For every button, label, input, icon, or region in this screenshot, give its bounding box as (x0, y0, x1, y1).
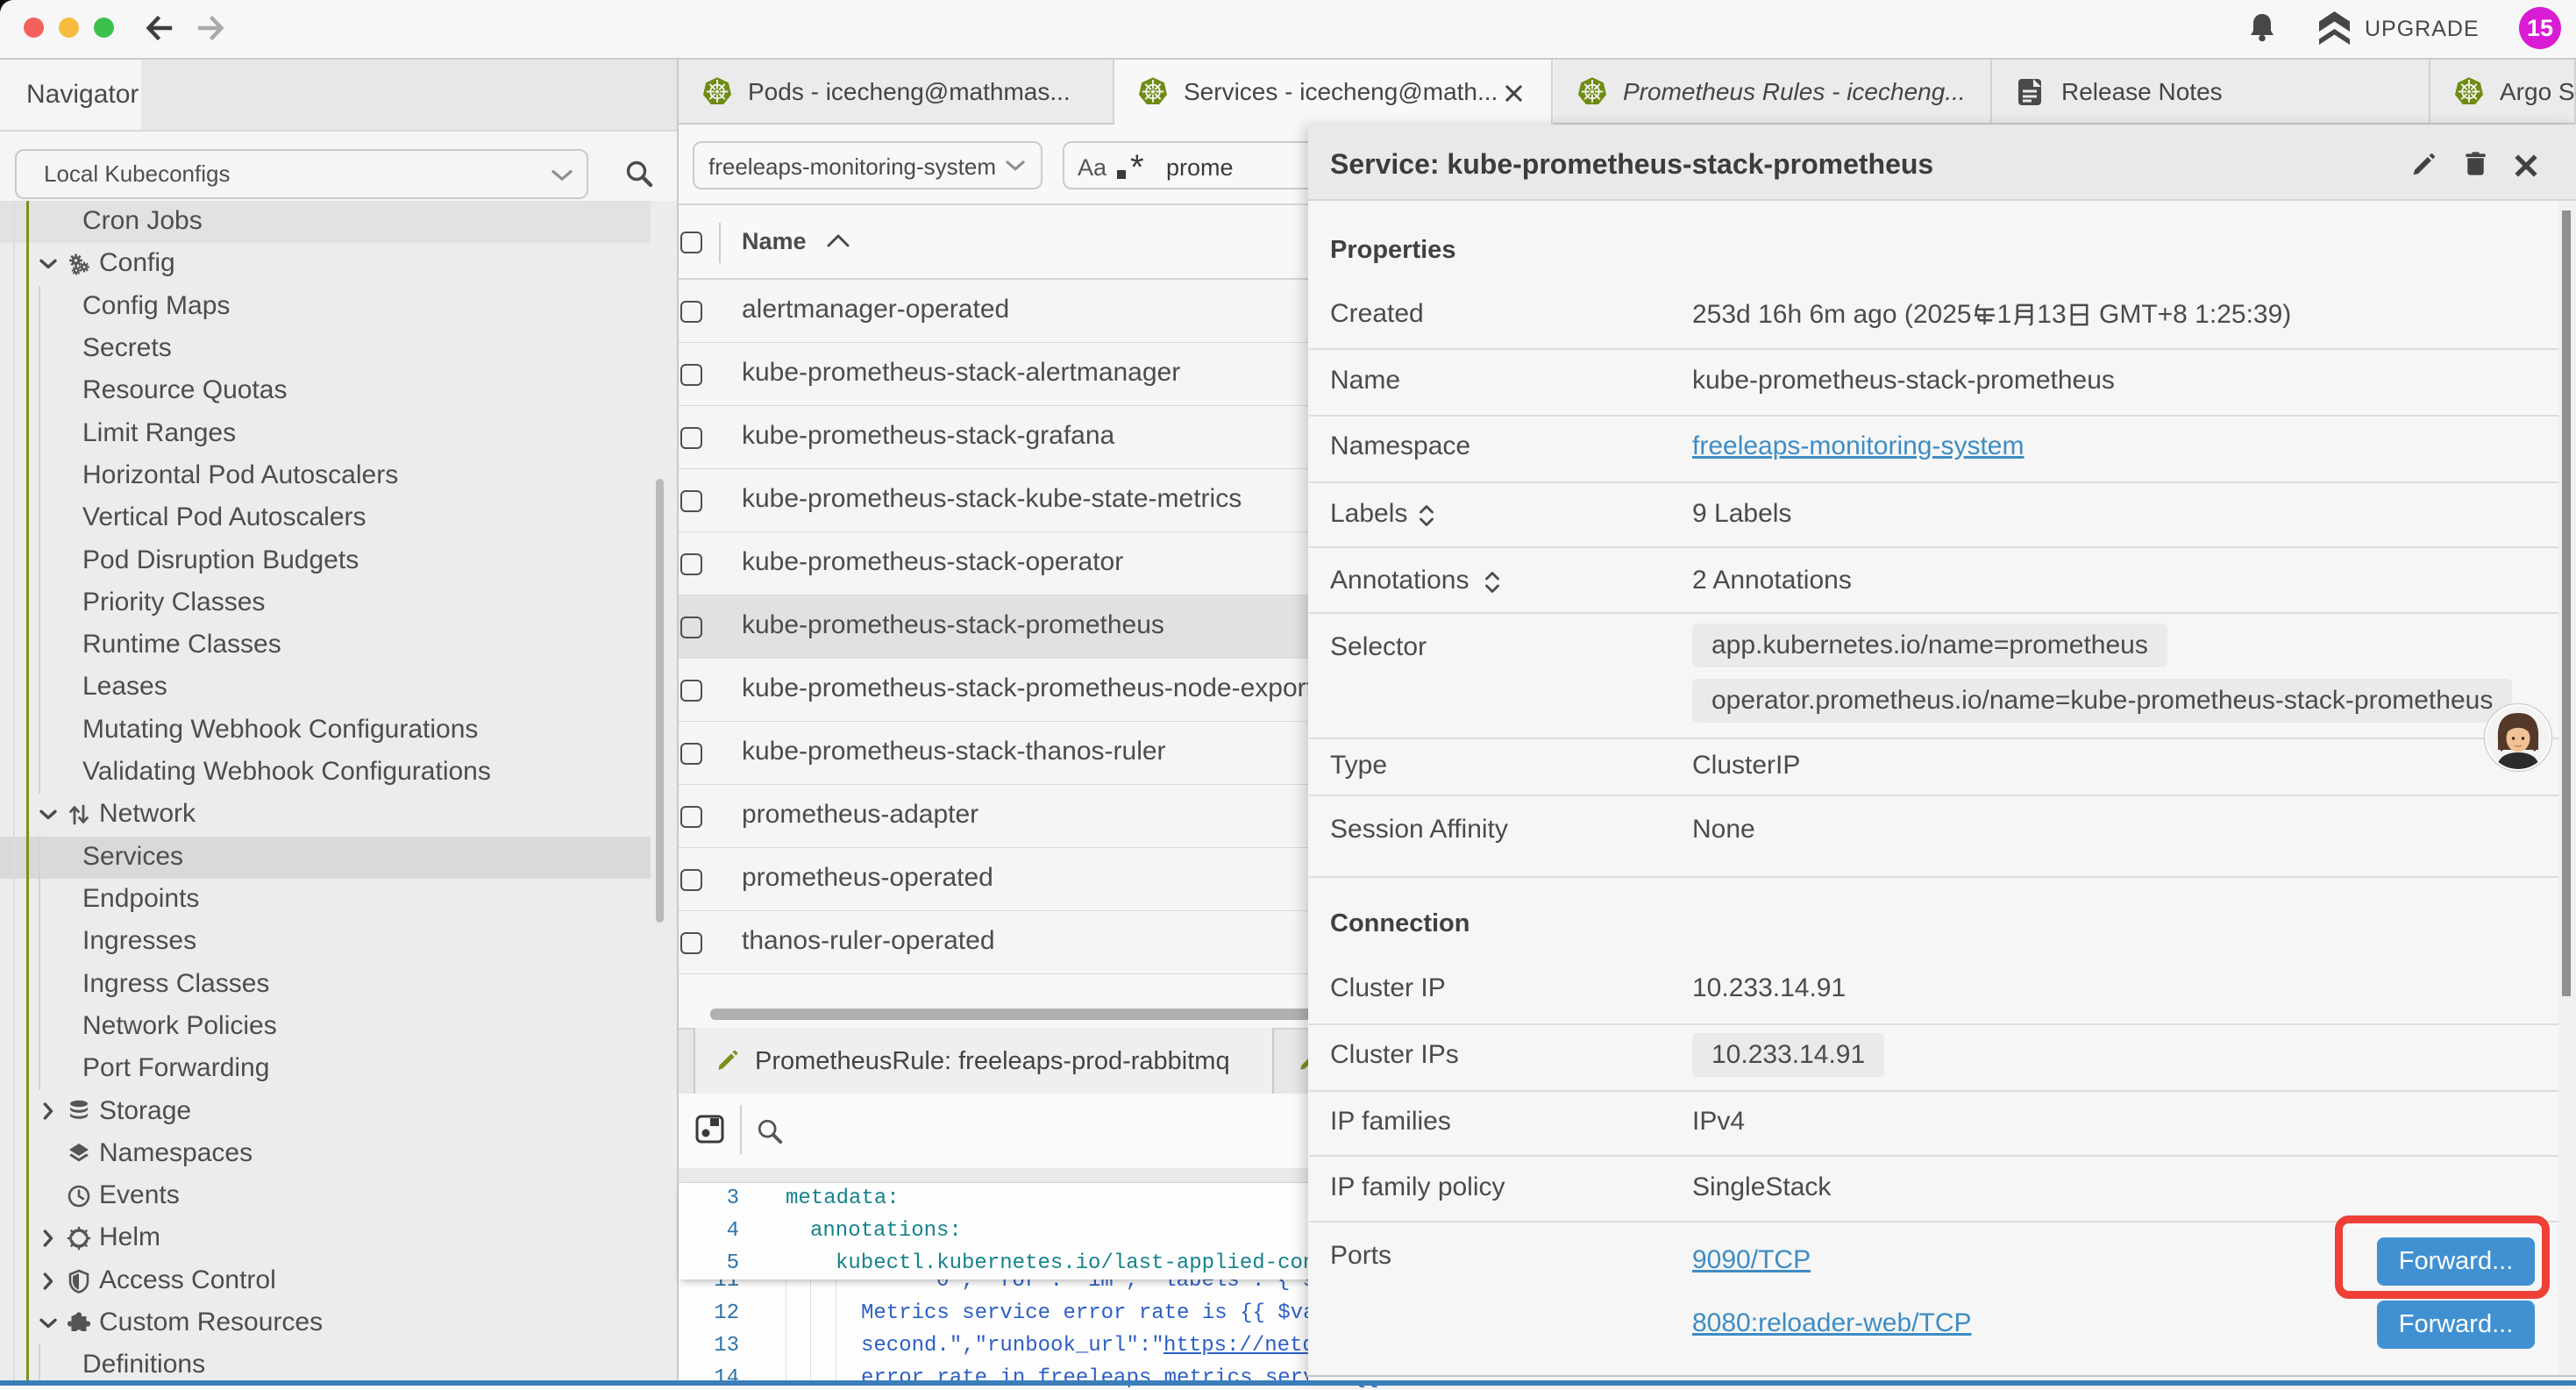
svg-text:HELM: HELM (72, 1237, 87, 1243)
